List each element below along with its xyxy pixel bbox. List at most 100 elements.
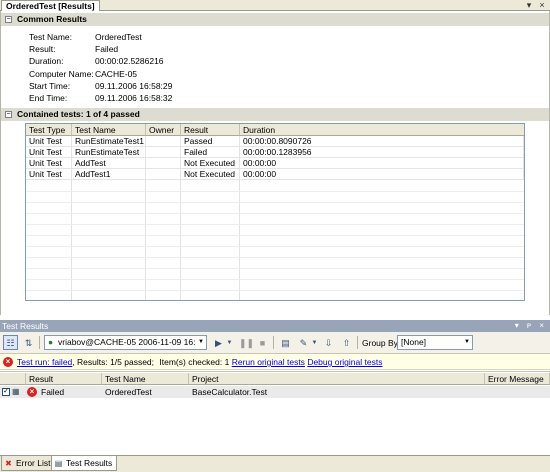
field-value: Failed: [95, 44, 119, 54]
cell-result[interactable]: Not Executed: [181, 158, 240, 169]
field-label: Start Time:: [29, 81, 71, 91]
column-header-test-type[interactable]: Test Type: [26, 124, 72, 136]
column-header-error-message[interactable]: Error Message: [485, 373, 550, 385]
column-header-owner[interactable]: Owner: [146, 124, 181, 136]
cell-test-name[interactable]: AddTest1: [72, 169, 146, 180]
tab-error-list[interactable]: ✖ Error List: [1, 456, 56, 471]
tab-list-dropdown-icon[interactable]: ▾: [524, 0, 534, 11]
cell-duration[interactable]: 00:00:00.1283956: [240, 147, 524, 158]
column-header-duration[interactable]: Duration: [240, 124, 524, 136]
field-label: Computer Name:: [29, 69, 94, 79]
rerun-tests-link[interactable]: Rerun original tests: [232, 357, 305, 367]
grid-line: [26, 290, 524, 291]
group-by-label: Group By: [362, 338, 398, 348]
error-list-icon: ✖: [5, 459, 12, 468]
publish-icon[interactable]: ✎: [296, 335, 311, 350]
error-icon: ×: [3, 357, 13, 367]
column-header-test-name[interactable]: Test Name: [102, 373, 189, 385]
test-results-titlebar: Test Results ▾ ᴘ ×: [0, 320, 550, 332]
grid-line: [26, 279, 524, 280]
tool-window-controls[interactable]: ▾ ᴘ ×: [515, 320, 547, 332]
grid-line: [26, 235, 524, 236]
project-cell: BaseCalculator.Test: [192, 387, 268, 397]
grid-line: [26, 202, 524, 203]
run-tests-icon[interactable]: ▶: [211, 335, 226, 350]
chevron-down-icon[interactable]: ▼: [462, 336, 472, 349]
grid-line: [26, 257, 524, 258]
contained-tests-grid[interactable]: Test Type Test Name Owner Result Duratio…: [25, 123, 525, 301]
cell-test-type[interactable]: Unit Test: [26, 147, 72, 158]
stop-icon[interactable]: ■: [255, 335, 270, 350]
field-value: 09.11.2006 16:58:29: [95, 81, 173, 91]
cell-result[interactable]: Failed: [181, 147, 240, 158]
field-label: Test Name:: [29, 32, 72, 42]
column-header-result[interactable]: Result: [26, 373, 102, 385]
field-value: OrderedTest: [95, 32, 142, 42]
column-header-test-name[interactable]: Test Name: [72, 124, 146, 136]
cell-test-type[interactable]: Unit Test: [26, 136, 72, 147]
pause-icon[interactable]: ❚❚: [238, 335, 254, 350]
chevron-down-icon[interactable]: ▼: [225, 335, 234, 350]
group-by-select[interactable]: [None] ▼: [397, 335, 473, 350]
list-view-icon[interactable]: ☷: [3, 335, 18, 350]
common-results-title: Common Results: [17, 14, 87, 24]
cell-test-name[interactable]: RunEstimateTest: [72, 147, 146, 158]
sort-icon[interactable]: ⇅: [21, 335, 36, 350]
grid-line: [26, 224, 524, 225]
cell-duration[interactable]: 00:00:00: [240, 169, 524, 180]
results-summary: , Results: 1/5 passed;: [72, 357, 155, 367]
column-header-result[interactable]: Result: [181, 124, 240, 136]
cell-test-type[interactable]: Unit Test: [26, 158, 72, 169]
test-results-title: Test Results: [2, 321, 49, 331]
cell-result[interactable]: Not Executed: [181, 169, 240, 180]
export-icon[interactable]: ⇧: [339, 335, 354, 350]
debug-tests-link[interactable]: Debug original tests: [307, 357, 382, 367]
test-results-grid[interactable]: Result Test Name Project Error Message ✓…: [0, 371, 550, 455]
cell-test-type[interactable]: Unit Test: [26, 169, 72, 180]
grid-line: [26, 191, 524, 192]
import-icon[interactable]: ⇩: [321, 335, 336, 350]
report-icon[interactable]: ▤: [278, 335, 293, 350]
cell-duration[interactable]: 00:00:00.8090726: [240, 136, 524, 147]
group-by-value: [None]: [401, 337, 427, 347]
document-tabstrip: OrderedTest [Results] ▾ ×: [0, 0, 550, 11]
results-panel: − Common Results Test Name: OrderedTest …: [0, 11, 550, 315]
field-label: Result:: [29, 44, 56, 54]
collapse-icon[interactable]: −: [5, 16, 12, 23]
grid-line: [26, 268, 524, 269]
common-results-header[interactable]: − Common Results: [1, 13, 549, 26]
result-cell: Failed: [41, 387, 65, 397]
test-run-selector[interactable]: ● vriabov@CACHE-05 2006-11-09 16:5 ▼: [44, 335, 207, 350]
cell-test-name[interactable]: RunEstimateTest1: [72, 136, 146, 147]
cell-owner[interactable]: [146, 136, 181, 147]
tool-window-tabs: ✖ Error List ▤ Test Results: [0, 455, 550, 472]
contained-tests-title: Contained tests: 1 of 4 passed: [17, 109, 140, 119]
chevron-down-icon[interactable]: ▼: [196, 336, 206, 349]
status-text: Test run: failed, Results: 1/5 passed; I…: [17, 354, 382, 370]
collapse-icon[interactable]: −: [5, 111, 12, 118]
cell-owner[interactable]: [146, 169, 181, 180]
column-header-project[interactable]: Project: [189, 373, 485, 385]
cell-duration[interactable]: 00:00:00: [240, 158, 524, 169]
column-header-select[interactable]: [0, 373, 26, 385]
chevron-down-icon[interactable]: ▼: [310, 335, 319, 350]
row-checkbox[interactable]: ✓: [2, 388, 10, 396]
document-tab[interactable]: OrderedTest [Results]: [1, 0, 100, 11]
table-row[interactable]: ✓ ▦ × Failed OrderedTest BaseCalculator.…: [0, 386, 550, 398]
field-value: CACHE-05: [95, 69, 138, 79]
test-results-icon: ▤: [54, 459, 63, 468]
cell-result[interactable]: Passed: [181, 136, 240, 147]
close-document-icon[interactable]: ×: [537, 0, 547, 11]
test-run-link[interactable]: Test run: failed: [17, 357, 72, 367]
toolbar-separator: [39, 336, 40, 349]
cell-test-name[interactable]: AddTest: [72, 158, 146, 169]
cell-owner[interactable]: [146, 147, 181, 158]
cell-owner[interactable]: [146, 158, 181, 169]
tab-test-results[interactable]: ▤ Test Results: [51, 456, 118, 471]
grid-line: [26, 213, 524, 214]
field-value: 00:00:02.5286216: [95, 56, 164, 66]
test-run-status-bar: × Test run: failed, Results: 1/5 passed;…: [0, 354, 550, 370]
field-label: End Time:: [29, 93, 68, 103]
contained-tests-header[interactable]: − Contained tests: 1 of 4 passed: [1, 108, 549, 121]
grid-line: [26, 246, 524, 247]
